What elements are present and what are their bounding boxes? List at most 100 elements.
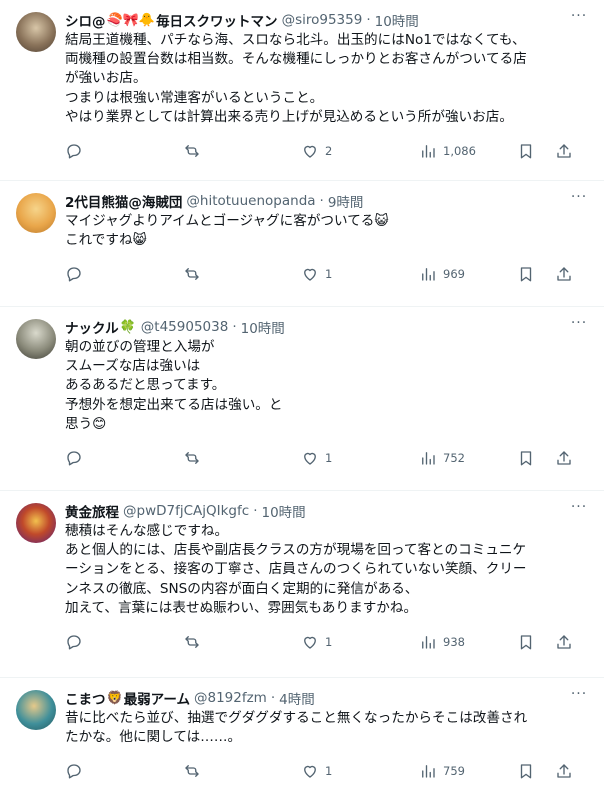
retweet-button[interactable] xyxy=(183,633,301,651)
reply-button[interactable] xyxy=(65,449,183,467)
bookmark-button[interactable] xyxy=(517,142,555,160)
author-handle[interactable]: @8192fzm xyxy=(194,690,267,706)
like-button[interactable]: 1 xyxy=(301,265,419,283)
timestamp[interactable]: 4時間 xyxy=(279,688,315,708)
reply-icon xyxy=(67,451,81,466)
retweet-button[interactable] xyxy=(183,142,301,160)
views-button[interactable]: 938 xyxy=(419,633,517,651)
share-button[interactable] xyxy=(555,265,579,283)
timestamp[interactable]: 10時間 xyxy=(375,10,419,30)
timestamp[interactable]: 9時間 xyxy=(328,191,364,211)
author-name[interactable]: こまつ xyxy=(65,688,106,708)
more-horizontal-icon[interactable]: ··· xyxy=(568,499,590,519)
heart-icon xyxy=(304,145,316,158)
retweet-icon xyxy=(185,268,199,281)
author-name-suffix[interactable]: 最弱アーム xyxy=(124,688,190,708)
share-button[interactable] xyxy=(555,142,579,160)
bookmark-icon xyxy=(520,144,532,159)
author-emoji: 🍀 xyxy=(119,319,136,335)
author-handle[interactable]: @hitotuuenopanda xyxy=(186,193,315,209)
retweet-button[interactable] xyxy=(183,265,301,283)
tweet[interactable]: シロ@ 🍣🎀🐥 毎日スクワットマン @siro95359 · 10時間 ··· … xyxy=(0,0,604,181)
author-name-suffix[interactable]: 毎日スクワットマン xyxy=(156,10,278,30)
views-icon xyxy=(422,636,435,649)
tweet[interactable]: 2代目熊猫@海賊団 @hitotuuenopanda · 9時間 ··· マイジ… xyxy=(0,181,604,307)
tweet[interactable]: ナックル 🍀 @t45905038 · 10時間 ··· 朝の並びの管理と入場が… xyxy=(0,307,604,491)
bookmark-icon xyxy=(520,764,532,779)
views-button[interactable]: 759 xyxy=(419,762,517,780)
share-button[interactable] xyxy=(555,449,579,467)
share-button[interactable] xyxy=(555,633,579,651)
share-icon xyxy=(557,451,571,465)
author-handle[interactable]: @siro95359 xyxy=(282,12,363,28)
views-button[interactable]: 969 xyxy=(419,265,517,283)
separator-dot: · xyxy=(319,193,324,209)
bookmark-icon xyxy=(520,267,532,282)
like-count: 2 xyxy=(325,144,333,159)
bookmark-button[interactable] xyxy=(517,633,555,651)
like-button[interactable]: 1 xyxy=(301,633,419,651)
view-count: 759 xyxy=(443,764,465,779)
views-button[interactable]: 1,086 xyxy=(419,142,517,160)
heart-icon xyxy=(304,766,316,779)
retweet-button[interactable] xyxy=(183,449,301,467)
author-handle[interactable]: @t45905038 xyxy=(141,319,229,335)
retweet-icon xyxy=(185,145,199,157)
avatar[interactable] xyxy=(16,503,56,543)
bookmark-button[interactable] xyxy=(517,762,555,780)
like-button[interactable]: 2 xyxy=(301,142,419,160)
share-icon xyxy=(557,635,571,649)
view-count: 938 xyxy=(443,635,465,650)
views-icon xyxy=(422,765,435,779)
timestamp[interactable]: 10時間 xyxy=(241,317,285,337)
tweet[interactable]: こまつ 🦁 最弱アーム @8192fzm · 4時間 ··· 昔に比べたら並び、… xyxy=(0,678,604,803)
retweet-icon xyxy=(185,765,199,778)
bookmark-button[interactable] xyxy=(517,449,555,467)
share-button[interactable] xyxy=(555,762,579,780)
tweet-header: シロ@ 🍣🎀🐥 毎日スクワットマン @siro95359 · 10時間 xyxy=(65,10,590,30)
timestamp[interactable]: 10時間 xyxy=(261,501,305,521)
more-horizontal-icon[interactable]: ··· xyxy=(568,189,590,209)
tweet-actions: 2 1,086 xyxy=(65,131,590,171)
bookmark-icon xyxy=(520,635,532,650)
bookmark-button[interactable] xyxy=(517,265,555,283)
reply-button[interactable] xyxy=(65,142,183,160)
share-icon xyxy=(557,144,571,158)
author-name[interactable]: 2代目熊猫@海賊団 xyxy=(65,191,182,211)
tweet-text: 結局王道機種、パチなら海、スロなら北斗。出玉的にはNo1ではなくても、 両機種の… xyxy=(65,32,527,125)
like-count: 1 xyxy=(325,635,333,650)
author-name[interactable]: ナックル xyxy=(65,317,119,337)
more-horizontal-icon[interactable]: ··· xyxy=(568,315,590,335)
more-horizontal-icon[interactable]: ··· xyxy=(568,8,590,28)
heart-icon xyxy=(304,269,316,282)
tweet-text: 穂積はそんな感じですね。 あと個人的には、店長や副店長クラスの方が現場を回って客… xyxy=(65,523,527,616)
avatar[interactable] xyxy=(16,319,56,359)
retweet-button[interactable] xyxy=(183,762,301,780)
reply-button[interactable] xyxy=(65,633,183,651)
tweet[interactable]: 黄金旅程 @pwD7fjCAjQIkgfc · 10時間 ··· 穂積はそんな感… xyxy=(0,491,604,678)
share-icon xyxy=(557,764,571,779)
avatar[interactable] xyxy=(16,12,56,52)
author-name[interactable]: シロ@ xyxy=(65,10,106,30)
tweet-actions: 1 938 xyxy=(65,622,590,662)
reply-icon xyxy=(67,635,81,650)
avatar[interactable] xyxy=(16,690,56,730)
author-name[interactable]: 黄金旅程 xyxy=(65,501,119,521)
avatar[interactable] xyxy=(16,193,56,233)
reply-button[interactable] xyxy=(65,265,183,283)
heart-icon xyxy=(304,636,316,649)
like-button[interactable]: 1 xyxy=(301,449,419,467)
reply-icon xyxy=(67,764,81,779)
retweet-icon xyxy=(185,636,199,648)
share-icon xyxy=(557,267,571,282)
tweet-header: こまつ 🦁 最弱アーム @8192fzm · 4時間 xyxy=(65,688,590,708)
like-button[interactable]: 1 xyxy=(301,762,419,780)
reply-button[interactable] xyxy=(65,762,183,780)
tweet-text: 朝の並びの管理と入場が スムーズな店は強いは あるあるだと思ってます。 予想外を… xyxy=(65,339,283,432)
tweet-actions: 1 752 xyxy=(65,438,590,478)
author-handle[interactable]: @pwD7fjCAjQIkgfc xyxy=(123,503,249,519)
more-horizontal-icon[interactable]: ··· xyxy=(568,686,590,706)
views-button[interactable]: 752 xyxy=(419,449,517,467)
tweet-header: 2代目熊猫@海賊団 @hitotuuenopanda · 9時間 xyxy=(65,191,590,211)
tweet-actions: 1 969 xyxy=(65,254,590,294)
